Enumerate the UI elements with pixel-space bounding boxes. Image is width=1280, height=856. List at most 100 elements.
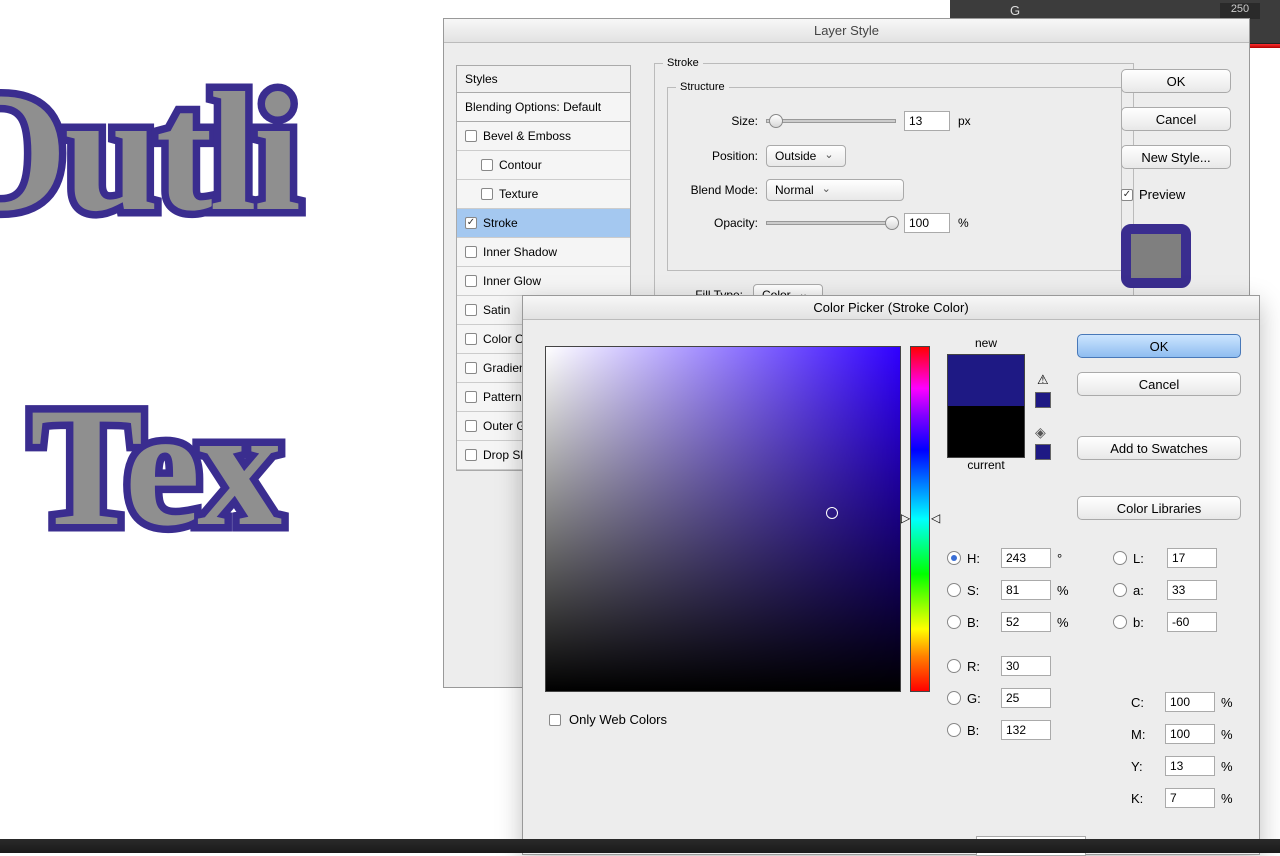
bv-input[interactable] [1001,720,1051,740]
add-swatches-button[interactable]: Add to Swatches [1077,436,1241,460]
checkbox-icon[interactable] [465,391,477,403]
cancel-button[interactable]: Cancel [1121,107,1231,131]
style-item-bevel[interactable]: Bevel & Emboss [457,122,630,151]
new-label: new [947,336,1025,350]
r-label: R: [967,659,993,674]
saturation-value-box[interactable] [545,346,901,692]
radio-bv[interactable] [947,723,961,737]
lb-label: b: [1133,615,1159,630]
k-input[interactable] [1165,788,1215,808]
radio-b[interactable] [947,615,961,629]
new-style-button[interactable]: New Style... [1121,145,1231,169]
checkbox-icon[interactable] [465,246,477,258]
preview-toggle[interactable]: Preview [1121,187,1231,202]
radio-r[interactable] [947,659,961,673]
y-label: Y: [1131,759,1157,774]
stroke-legend: Stroke [663,57,703,69]
stroke-fieldset: Stroke Structure Size: px Position: Outs… [654,57,1134,312]
cp-cancel-button[interactable]: Cancel [1077,372,1241,396]
checkbox-icon[interactable] [465,362,477,374]
size-unit: px [958,114,971,128]
c-input[interactable] [1165,692,1215,712]
only-web-label: Only Web Colors [569,712,667,727]
preview-label: Preview [1139,187,1185,202]
cube-icon[interactable]: ◈ [1035,424,1051,440]
ok-button[interactable]: OK [1121,69,1231,93]
opacity-unit: % [958,216,969,230]
checkbox-icon[interactable] [465,333,477,345]
color-libraries-button[interactable]: Color Libraries [1077,496,1241,520]
pct-unit: % [1221,759,1233,774]
deg-unit: ° [1057,551,1062,566]
style-label: Texture [499,187,538,201]
checkbox-icon[interactable] [481,159,493,171]
checkbox-icon[interactable] [481,188,493,200]
checkbox-icon[interactable] [549,714,561,726]
checkbox-icon[interactable] [465,275,477,287]
color-picker-dialog: Color Picker (Stroke Color) ▷ ◁ new curr… [522,295,1260,855]
size-input[interactable] [904,111,950,131]
style-item-inner-glow[interactable]: Inner Glow [457,267,630,296]
g-value[interactable]: 250 [1220,3,1260,19]
bv-label: B: [967,723,993,738]
lb-input[interactable] [1167,612,1217,632]
style-item-contour[interactable]: Contour [457,151,630,180]
blend-mode-select[interactable]: Normal [766,179,904,201]
gamut-swatch[interactable] [1035,392,1051,408]
size-label: Size: [668,114,758,128]
hue-slider[interactable] [910,346,930,692]
checkbox-icon[interactable] [465,449,477,461]
checkbox-icon[interactable] [465,130,477,142]
radio-a[interactable] [1113,583,1127,597]
m-label: M: [1131,727,1157,742]
cp-ok-button[interactable]: OK [1077,334,1241,358]
styles-header[interactable]: Styles [457,66,630,93]
style-label: Stroke [483,216,518,230]
style-item-stroke[interactable]: Stroke [457,209,630,238]
pct-unit: % [1221,695,1233,710]
b-input[interactable] [1001,612,1051,632]
g-input[interactable] [1001,688,1051,708]
sv-marker-icon[interactable] [826,507,838,519]
l-input[interactable] [1167,548,1217,568]
radio-s[interactable] [947,583,961,597]
size-slider[interactable] [766,119,896,123]
y-input[interactable] [1165,756,1215,776]
pct-unit: % [1221,727,1233,742]
checkbox-icon[interactable] [465,217,477,229]
hue-arrow-right-icon[interactable]: ◁ [931,511,940,525]
b-label: B: [967,615,993,630]
canvas-text-line1: Outli [0,55,298,250]
color-swatch-stack[interactable] [947,354,1025,458]
slider-thumb-icon[interactable] [885,216,899,230]
a-label: a: [1133,583,1159,598]
checkbox-icon[interactable] [1121,189,1133,201]
position-select[interactable]: Outside [766,145,846,167]
radio-lb[interactable] [1113,615,1127,629]
checkbox-icon[interactable] [465,304,477,316]
hue-arrow-left-icon[interactable]: ▷ [901,511,910,525]
h-label: H: [967,551,993,566]
s-input[interactable] [1001,580,1051,600]
blending-options[interactable]: Blending Options: Default [457,93,630,122]
style-item-inner-shadow[interactable]: Inner Shadow [457,238,630,267]
websafe-swatch[interactable] [1035,444,1051,460]
structure-fieldset: Structure Size: px Position: Outside Ble… [667,81,1122,271]
checkbox-icon[interactable] [465,420,477,432]
only-web-colors-toggle[interactable]: Only Web Colors [549,712,667,727]
style-item-texture[interactable]: Texture [457,180,630,209]
h-input[interactable] [1001,548,1051,568]
radio-l[interactable] [1113,551,1127,565]
radio-g[interactable] [947,691,961,705]
m-input[interactable] [1165,724,1215,744]
opacity-input[interactable] [904,213,950,233]
pct-unit: % [1057,615,1069,630]
r-input[interactable] [1001,656,1051,676]
cmyk-fields: C:% M:% Y:% K:% [1131,692,1233,820]
current-label: current [947,458,1025,472]
opacity-slider[interactable] [766,221,896,225]
a-input[interactable] [1167,580,1217,600]
slider-thumb-icon[interactable] [769,114,783,128]
radio-h[interactable] [947,551,961,565]
warning-icon[interactable]: ⚠ [1037,372,1049,388]
